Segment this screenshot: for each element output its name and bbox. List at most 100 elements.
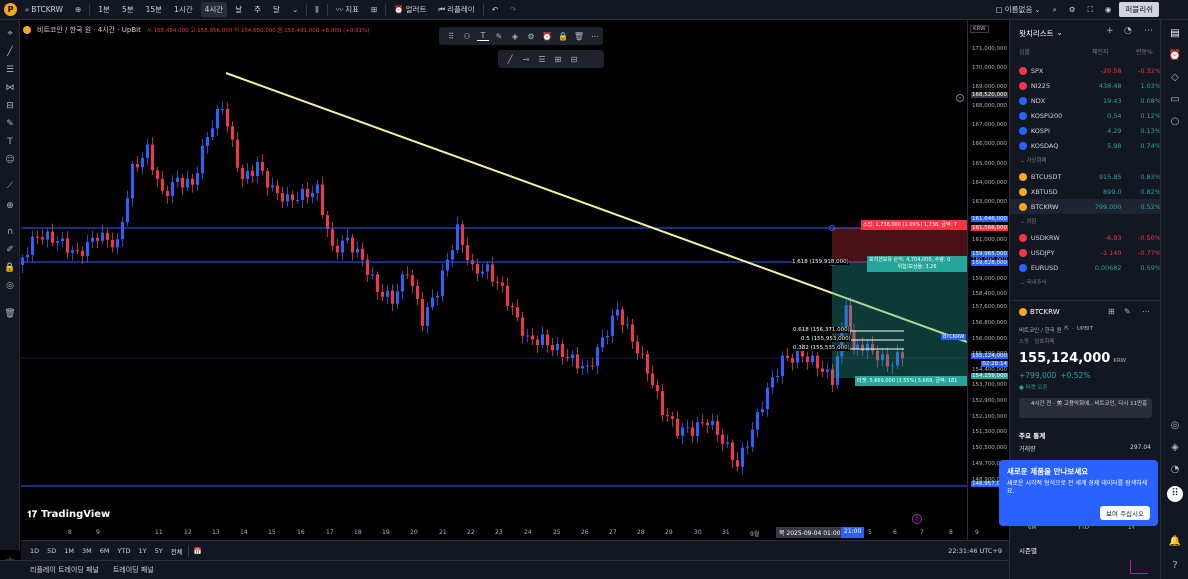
currency-label[interactable]: KRW xyxy=(970,25,989,33)
fill-color-icon[interactable]: ◈ xyxy=(509,32,521,41)
brush-icon[interactable]: ✎ xyxy=(4,118,16,130)
tab-trading-panel[interactable]: 트레이딩 패널 xyxy=(113,565,154,575)
layouts-icon[interactable]: ⊞ xyxy=(367,3,381,16)
stay-drawing-icon[interactable]: ✐ xyxy=(4,244,16,256)
watchlist-row[interactable]: KOSDAQ 5.98 0.74% xyxy=(1010,138,1161,153)
interval-week[interactable]: 주 xyxy=(250,2,265,17)
fib-retracement-icon[interactable]: ☰ xyxy=(536,55,548,64)
alert-button[interactable]: ⏰ 얼러트 xyxy=(390,2,430,17)
alarm-icon[interactable]: ⏰ xyxy=(1167,48,1183,64)
pattern-icon[interactable]: ⋈ xyxy=(4,82,16,94)
range-3m[interactable]: 3M xyxy=(79,546,95,556)
settings-icon[interactable]: ⚙ xyxy=(525,32,537,41)
watchlist-row[interactable]: XBTUSD 899.0 0.82% xyxy=(1010,184,1161,199)
price-chart[interactable] xyxy=(21,20,968,540)
watchlist-section[interactable]: ⌄ 국내주식 xyxy=(1020,278,1047,286)
cursor-icon[interactable]: ⌖ xyxy=(4,28,16,40)
drag-handle-icon[interactable]: ⠿ xyxy=(445,32,457,41)
ruler-icon[interactable]: ⟋ xyxy=(4,180,16,192)
watchlist-row[interactable]: KOSPI 4.29 0.13% xyxy=(1010,123,1161,138)
short-position-icon[interactable]: ⊟ xyxy=(568,55,580,64)
settings-icon[interactable]: ⚙ xyxy=(1065,3,1080,16)
line-color-icon[interactable]: ✎ xyxy=(493,32,505,41)
alert-icon[interactable]: ⏰ xyxy=(541,32,553,41)
notifications-icon[interactable]: ◔ xyxy=(1167,462,1183,478)
chevron-down-icon[interactable]: ⌄ xyxy=(288,3,302,16)
trash-icon[interactable]: 🗑 xyxy=(573,32,585,41)
range-ytd[interactable]: YTD xyxy=(115,546,134,556)
watchlist-row[interactable]: NI225 438.48 1.03% xyxy=(1010,78,1161,93)
lock-icon[interactable]: 🔒 xyxy=(4,262,16,274)
forecast-icon[interactable]: ⊟ xyxy=(4,100,16,112)
more-icon[interactable]: ⋯ xyxy=(589,32,601,41)
indicators-button[interactable]: 〰 지표 xyxy=(332,2,363,17)
chart-type-icon[interactable]: ⫼ xyxy=(311,3,322,17)
popup-show-button[interactable]: 보여 주십시오 xyxy=(1100,506,1150,520)
quick-search-icon[interactable]: ⌕ xyxy=(1049,3,1061,17)
chart-area[interactable]: 비트코인 / 한국 원 · 4시간 · UpBit 시 155,484,000 … xyxy=(21,20,986,540)
col-change-pct[interactable]: 변동% xyxy=(1136,47,1153,56)
event-marker-icon[interactable]: ₿ xyxy=(912,514,922,524)
advanced-view-icon[interactable]: ◔ xyxy=(1124,26,1132,36)
apps-grid-icon[interactable]: ⠿ xyxy=(1167,486,1183,502)
layers-icon[interactable]: ◇ xyxy=(1167,70,1183,86)
more-icon[interactable]: ⋯ xyxy=(1144,26,1153,36)
interval-5m[interactable]: 5분 xyxy=(118,2,138,17)
trend-line-icon[interactable]: ╱ xyxy=(4,46,16,58)
range-6m[interactable]: 6M xyxy=(97,546,113,556)
publish-button[interactable]: 퍼블리쉬 xyxy=(1119,2,1159,17)
watchlist-section[interactable]: ⌄ 가상화폐 xyxy=(1020,156,1047,164)
range-1d[interactable]: 1D xyxy=(27,546,42,556)
range-all[interactable]: 전체 xyxy=(168,545,186,557)
lock-icon[interactable]: 🔒 xyxy=(557,32,569,41)
undo-icon[interactable]: ↶ xyxy=(488,3,502,16)
text-icon[interactable]: T xyxy=(4,136,16,148)
redo-icon[interactable]: ↷ xyxy=(506,3,520,16)
watchlist-section[interactable]: ⌄ 외환 xyxy=(1020,217,1036,225)
add-symbol-icon[interactable]: ⊕ xyxy=(71,3,85,16)
legend-title[interactable]: 비트코인 / 한국 원 · 4시간 · UpBit xyxy=(37,25,141,35)
horizontal-ray-icon[interactable]: ⊸ xyxy=(520,55,532,64)
watchlist-row[interactable]: SPX -20.58 -0.32% xyxy=(1010,63,1161,78)
watchlist-row[interactable]: EURUSD 0.00682 0.59% xyxy=(1010,260,1161,275)
interval-day[interactable]: 날 xyxy=(231,2,246,17)
fib-icon[interactable]: ☰ xyxy=(4,64,16,76)
news-item[interactable]: 4시간 전 · 美 고용악화에...비트코인, 다시 11만흥 xyxy=(1019,398,1152,418)
col-symbol[interactable]: 심볼 xyxy=(1019,47,1030,56)
detail-symbol[interactable]: BTCKRW xyxy=(1030,308,1060,316)
add-alert-icon[interactable]: + xyxy=(956,94,964,102)
help-icon[interactable]: ? xyxy=(1167,558,1183,574)
zoom-icon[interactable]: ⊕ xyxy=(4,200,16,212)
add-symbol-icon[interactable]: + xyxy=(1106,26,1114,36)
watchlist-row[interactable]: KOSPI200 0.54 0.12% xyxy=(1010,108,1161,123)
magnet-icon[interactable]: ∩ xyxy=(4,226,16,238)
watchlist-icon[interactable]: ▤ xyxy=(1167,26,1183,42)
interval-month[interactable]: 달 xyxy=(269,2,284,17)
watchlist-row[interactable]: USDJPY -1.140 -0.77% xyxy=(1010,245,1161,260)
layout-name-button[interactable]: ▢ 이름없음 ⌄ xyxy=(992,2,1045,17)
watchlist-row[interactable]: BTCKRW 799,000 0.52% xyxy=(1010,199,1161,214)
long-position-icon[interactable]: ⊞ xyxy=(552,55,564,64)
clock[interactable]: 22:31:46 UTC+9 xyxy=(945,546,1005,556)
watchlist-row[interactable]: USDKRW -6.93 -0.50% xyxy=(1010,230,1161,245)
template-icon[interactable]: ⚇ xyxy=(461,32,473,41)
camera-icon[interactable]: ◉ xyxy=(1101,3,1116,16)
interval-4h[interactable]: 4시간 xyxy=(200,2,228,17)
external-link-icon[interactable]: ⇱ xyxy=(1065,326,1070,334)
calendar-icon[interactable]: 📅 xyxy=(191,546,205,556)
grid-icon[interactable]: ⊞ xyxy=(1108,307,1115,316)
watermark[interactable]: 𝟏𝟕 TradingView xyxy=(27,509,110,520)
tab-replay-trading[interactable]: 리플레이 트레이딩 패널 xyxy=(30,565,99,575)
lightbulb-icon[interactable]: ○ xyxy=(1167,114,1183,130)
interval-1m[interactable]: 1분 xyxy=(94,2,114,17)
trash-icon[interactable]: 🗑 xyxy=(4,308,16,320)
trend-line-icon[interactable]: ╱ xyxy=(504,55,516,64)
range-1m[interactable]: 1M xyxy=(61,546,77,556)
text-color-icon[interactable]: T xyxy=(477,31,489,41)
fullscreen-icon[interactable]: ⛶ xyxy=(1084,3,1097,17)
range-5y[interactable]: 5Y xyxy=(152,546,166,556)
bell-icon[interactable]: 🔔 xyxy=(1167,534,1183,550)
watchlist-row[interactable]: NDX 19.43 0.08% xyxy=(1010,93,1161,108)
more-icon[interactable]: ⋯ xyxy=(1142,307,1150,316)
data-icon[interactable]: ◈ xyxy=(1167,440,1183,456)
